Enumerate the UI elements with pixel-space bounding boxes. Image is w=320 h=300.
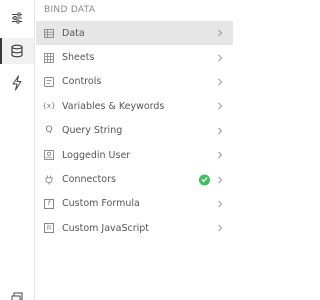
list-item-connectors[interactable]: Connectors [36,167,233,191]
list-item-custom-javascript[interactable]: JS Custom JavaScript [36,216,233,240]
chevron-right-icon [217,127,223,135]
user-icon [44,150,54,161]
bind-data-panel: BIND DATA Data Sheets Controls {x} Varia… [36,0,233,300]
list-item-label: Data [62,27,85,39]
settings-rail-button[interactable] [0,5,34,31]
grid-icon [44,28,54,38]
panel-title: BIND DATA [44,5,96,15]
screens-rail-button[interactable] [0,285,34,300]
list-item-label: Query String [62,125,123,137]
chevron-right-icon [217,102,223,110]
chevron-right-icon [217,54,223,62]
chevron-right-icon [217,29,223,37]
list-item-label: Variables & Keywords [62,100,165,112]
check-circle-icon [199,174,210,186]
list-item-label: Loggedin User [62,149,131,161]
list-item-custom-formula[interactable]: f Custom Formula [36,192,233,216]
list-item-label: Custom JavaScript [62,222,150,234]
list-item-label: Sheets [62,52,95,64]
chevron-right-icon [217,151,223,159]
controls-icon [44,77,54,87]
variable-icon: {x} [42,101,56,110]
sliders-icon [12,12,22,24]
screen-icon [11,292,23,300]
actions-rail-button[interactable] [0,70,34,96]
plug-icon [44,175,54,185]
formula-icon: f [44,198,54,209]
bind-data-rail-button[interactable] [0,38,34,64]
list-item-sheets[interactable]: Sheets [36,45,233,69]
js-icon: JS [44,223,54,234]
list-item-data[interactable]: Data [36,21,233,46]
list-item-label: Controls [62,76,102,88]
list-item-variables-keywords[interactable]: {x} Variables & Keywords [36,94,233,118]
list-item-label: Custom Formula [62,198,140,210]
bolt-icon [12,75,22,91]
list-item-label: Connectors [62,174,116,186]
sheet-icon [44,52,54,63]
chevron-right-icon [217,200,223,208]
chevron-right-icon [217,224,223,232]
list-item-controls[interactable]: Controls [36,70,233,94]
query-icon: Q [45,125,53,136]
bind-data-list: Data Sheets Controls {x} Variables & Key… [36,21,233,241]
chevron-right-icon [217,176,223,184]
list-item-loggedin-user[interactable]: Loggedin User [36,143,233,167]
database-icon [11,44,23,58]
chevron-right-icon [217,78,223,86]
list-item-query-string[interactable]: Q Query String [36,119,233,143]
icon-rail [0,0,35,300]
